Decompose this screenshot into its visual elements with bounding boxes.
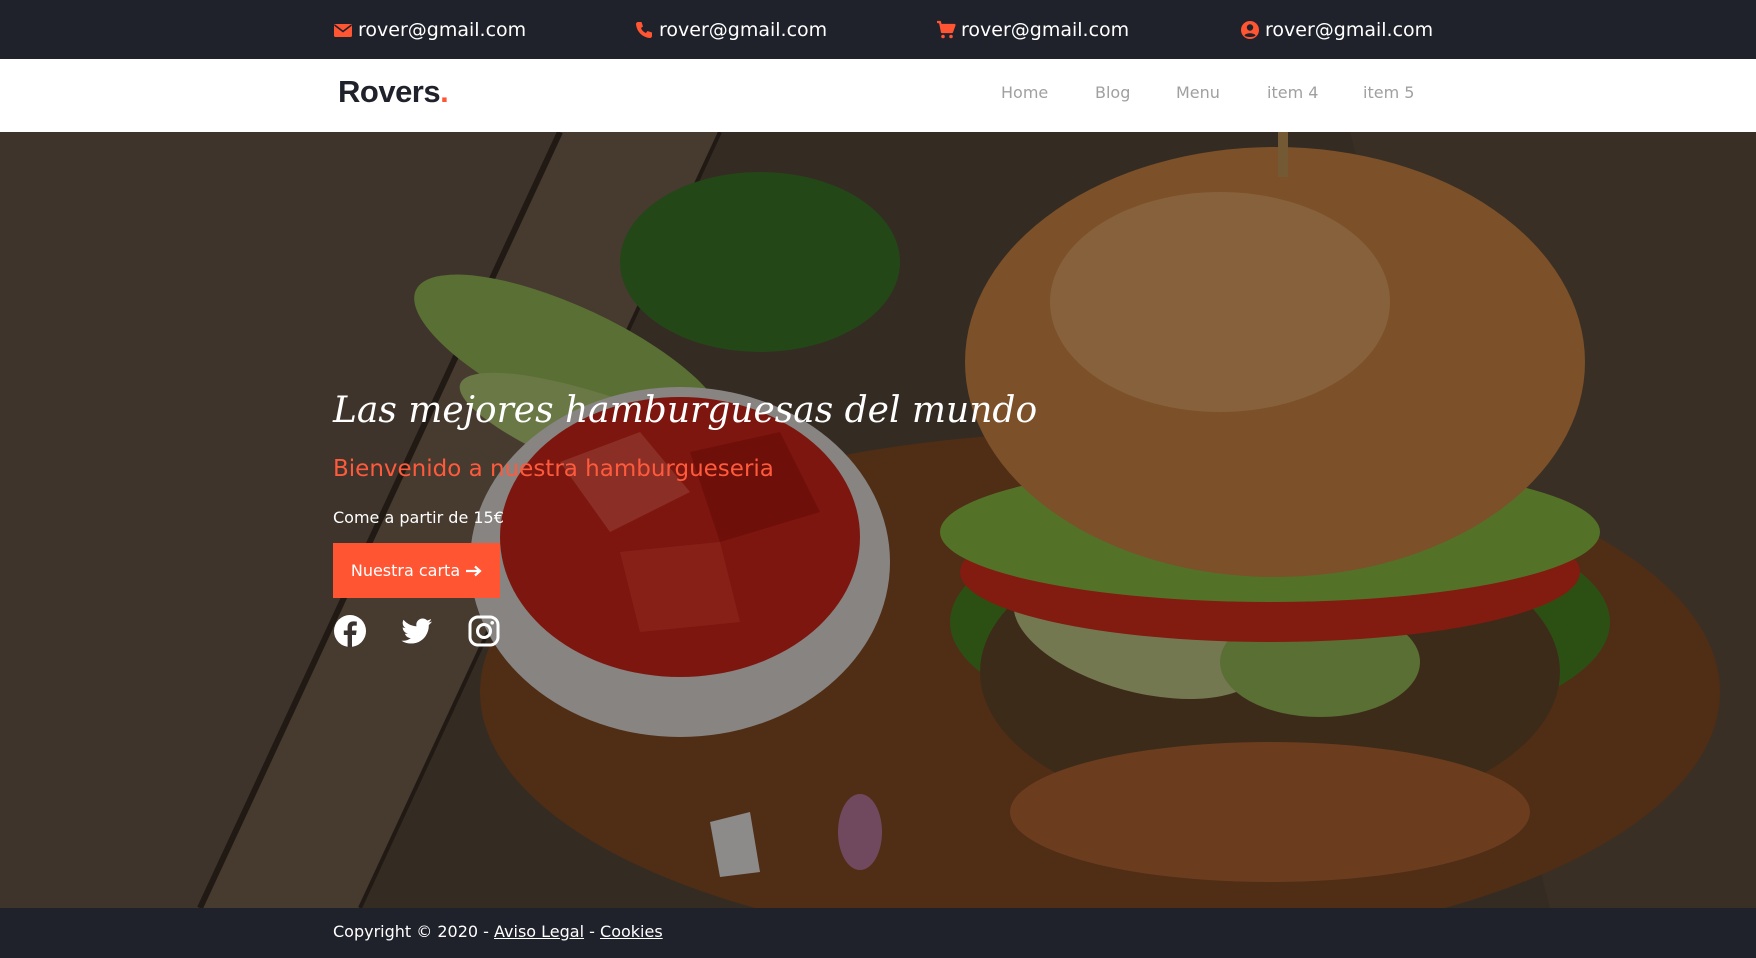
menu-cta-button[interactable]: Nuestra carta — [333, 543, 500, 598]
hero-overlay — [0, 132, 1756, 908]
top-contact-bar: rover@gmail.com rover@gmail.com rover@gm… — [0, 0, 1756, 59]
contact-email-text: rover@gmail.com — [358, 18, 527, 41]
logo-dot: . — [440, 74, 449, 109]
site-footer: Copyright © 2020 - Aviso Legal - Cookies — [0, 908, 1756, 958]
nav-item-4[interactable]: item 4 — [1267, 83, 1318, 102]
instagram-icon[interactable] — [467, 614, 501, 648]
twitter-icon[interactable] — [400, 614, 434, 648]
footer-copyright-line: Copyright © 2020 - Aviso Legal - Cookies — [333, 922, 663, 941]
main-navbar: Rovers. Home Blog Menu item 4 item 5 — [0, 59, 1756, 132]
hero-section: Las mejores hamburguesas del mundo Bienv… — [0, 132, 1756, 908]
logo-text: Rovers — [338, 74, 441, 109]
contact-phone-text: rover@gmail.com — [659, 18, 828, 41]
contact-cart[interactable]: rover@gmail.com — [936, 0, 1129, 59]
shopping-cart-icon — [937, 20, 956, 38]
contact-user[interactable]: rover@gmail.com — [1240, 0, 1433, 59]
footer-separator: - — [589, 922, 595, 941]
footer-link-cookies[interactable]: Cookies — [600, 922, 663, 941]
phone-icon — [636, 21, 652, 38]
footer-link-legal[interactable]: Aviso Legal — [494, 922, 584, 941]
menu-cta-label: Nuestra carta — [350, 561, 461, 580]
contact-phone[interactable]: rover@gmail.com — [634, 0, 827, 59]
contact-user-text: rover@gmail.com — [1265, 18, 1434, 41]
site-logo[interactable]: Rovers. — [338, 74, 449, 110]
facebook-icon[interactable] — [333, 614, 367, 648]
nav-item-menu[interactable]: Menu — [1176, 83, 1220, 102]
contact-cart-text: rover@gmail.com — [961, 18, 1130, 41]
nav-item-5[interactable]: item 5 — [1363, 83, 1414, 102]
hero-subtitle: Bienvenido a nuestra hamburgueseria — [333, 456, 774, 482]
footer-copyright: Copyright © 2020 - — [333, 922, 489, 941]
hero-title: Las mejores hamburguesas del mundo — [333, 390, 1038, 431]
nav-item-home[interactable]: Home — [1001, 83, 1048, 102]
user-circle-icon — [1241, 20, 1259, 39]
envelope-icon — [334, 23, 352, 37]
arrow-right-icon — [466, 565, 482, 576]
nav-item-blog[interactable]: Blog — [1095, 83, 1130, 102]
contact-email[interactable]: rover@gmail.com — [333, 0, 526, 59]
hero-price-text: Come a partir de 15€ — [333, 508, 504, 527]
